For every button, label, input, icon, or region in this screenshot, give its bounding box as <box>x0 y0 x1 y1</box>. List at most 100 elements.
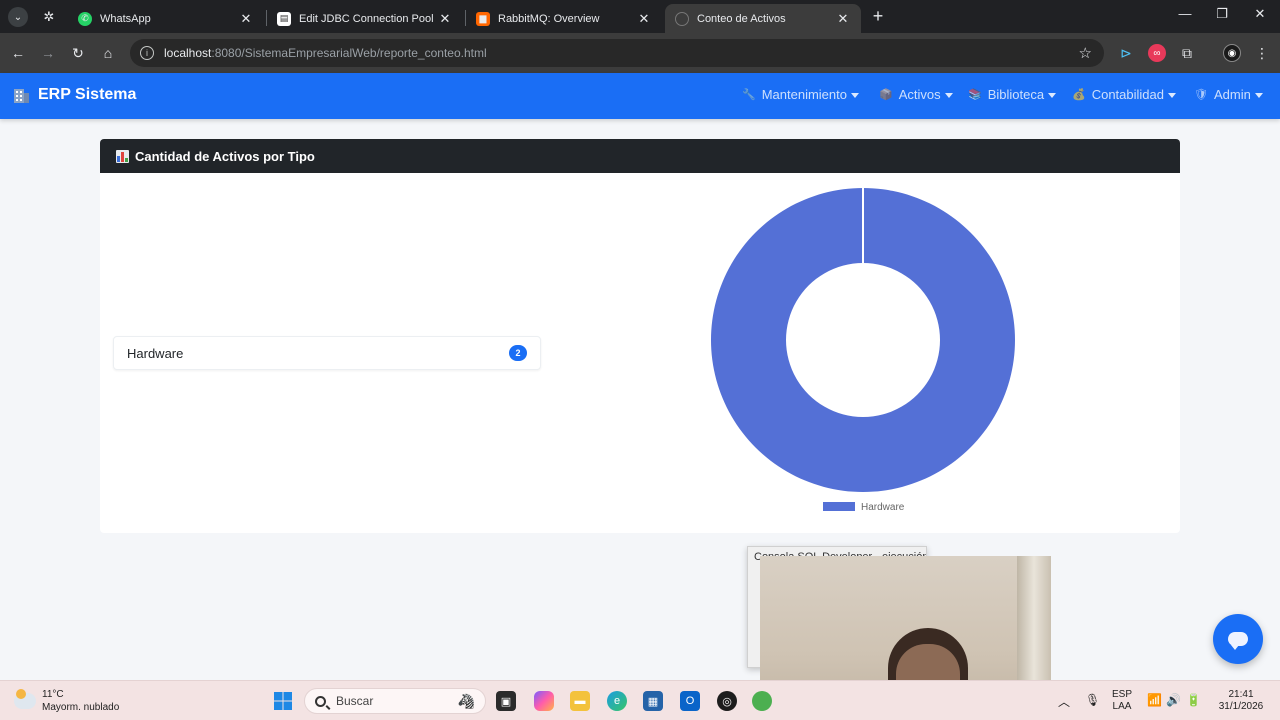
bookmark-star-icon[interactable]: ☆ <box>1079 44 1092 62</box>
list-item: Hardware 2 <box>113 336 541 370</box>
outlook-icon[interactable]: O <box>680 691 700 711</box>
extension-infinity-icon[interactable]: ∞ <box>1148 44 1166 62</box>
rabbitmq-icon: ▆ <box>476 11 490 26</box>
nav-label: Activos <box>898 87 941 102</box>
wrench-icon: 🔧 <box>742 89 756 101</box>
tab-edit-jdbc[interactable]: ▤ Edit JDBC Connection Pool Properties ✕ <box>267 4 463 33</box>
battery-icon[interactable]: 🔋 <box>1186 693 1201 707</box>
close-window-icon[interactable]: ✕ <box>1250 6 1270 22</box>
brand-name: ERP Sistema <box>38 86 137 103</box>
tab-close-icon[interactable]: ✕ <box>238 11 254 27</box>
count-badge: 2 <box>509 345 527 361</box>
search-placeholder: Buscar <box>336 694 374 708</box>
legend-swatch[interactable] <box>823 502 855 511</box>
nav-label: Mantenimiento <box>761 87 847 102</box>
task-view-icon[interactable]: ▣ <box>496 691 516 711</box>
temperature: 11°C <box>42 689 64 700</box>
language-indicator[interactable]: ESP LAA <box>1112 689 1132 713</box>
whatsapp-icon: ✆ <box>78 11 92 26</box>
bar-chart-icon <box>116 149 129 163</box>
shield-icon: 🛡 <box>1194 89 1208 101</box>
windows-start-icon[interactable] <box>273 691 293 711</box>
nav-mantenimiento[interactable]: 🔧 Mantenimiento <box>742 87 859 102</box>
restore-icon[interactable]: ❐ <box>1212 6 1232 22</box>
report-card: Cantidad de Activos por Tipo Hardware 2 … <box>100 139 1180 533</box>
microphone-icon[interactable]: 🎙 <box>1085 693 1100 707</box>
pinned-tab-chatgpt-icon[interactable]: ✲ <box>40 8 58 26</box>
browser-menu-icon[interactable]: ⋮ <box>1253 44 1271 62</box>
copilot-icon[interactable] <box>534 691 554 711</box>
legend-label[interactable]: Hardware <box>861 502 905 513</box>
chrome-icon[interactable] <box>752 691 772 711</box>
tray-overflow-icon[interactable]: ︿ <box>1058 693 1070 710</box>
tab-rabbitmq[interactable]: ▆ RabbitMQ: Overview ✕ <box>466 4 662 33</box>
tab-title: WhatsApp <box>100 12 151 25</box>
lang-layout: LAA <box>1112 701 1132 712</box>
tab-close-icon[interactable]: ✕ <box>835 11 851 27</box>
caret-down-icon <box>1167 93 1176 98</box>
forward-icon[interactable]: → <box>38 43 58 63</box>
brand[interactable]: ERP Sistema <box>13 86 136 104</box>
url-path: :8080/SistemaEmpresarialWeb/reporte_cont… <box>211 46 487 60</box>
taskbar-search[interactable]: Buscar 🦓 <box>304 688 486 714</box>
nav-biblioteca[interactable]: 📚 Biblioteca <box>968 87 1057 102</box>
clock-date: 31/1/2026 <box>1218 701 1264 712</box>
os-taskbar: 11°C Mayorm. nublado Buscar 🦓 ▣ ▬ e ▦ O … <box>0 680 1280 720</box>
tab-title: Conteo de Activos <box>697 12 786 25</box>
volume-icon[interactable]: 🔊 <box>1166 693 1181 707</box>
nav-activos[interactable]: 📦 Activos <box>879 87 953 102</box>
file-explorer-icon[interactable]: ▬ <box>570 691 590 711</box>
tab-search-chevron-icon[interactable]: ⌄ <box>8 7 28 27</box>
weather-widget[interactable]: 11°C Mayorm. nublado <box>14 688 119 714</box>
lang-code: ESP <box>1112 689 1133 700</box>
glassfish-icon: ▤ <box>277 11 291 26</box>
list-item-label: Hardware <box>127 345 184 361</box>
money-bag-icon: 💰 <box>1072 89 1086 101</box>
extension-copilot-icon[interactable]: ⊳ <box>1117 44 1135 62</box>
nav-label: Biblioteca <box>987 87 1045 102</box>
box-icon: 📦 <box>879 89 893 101</box>
building-icon <box>13 87 30 104</box>
caret-down-icon <box>1048 93 1057 98</box>
home-icon[interactable]: ⌂ <box>98 43 118 63</box>
caret-down-icon <box>850 93 859 98</box>
tab-whatsapp[interactable]: ✆ WhatsApp ✕ <box>68 4 264 33</box>
tab-close-icon[interactable]: ✕ <box>437 11 453 27</box>
new-tab-button[interactable]: + <box>869 7 887 25</box>
caret-down-icon <box>1254 93 1263 98</box>
app-navbar: ERP Sistema 🔧 Mantenimiento 📦 Activos 📚 … <box>0 73 1280 119</box>
nav-label: Admin <box>1213 87 1251 102</box>
reload-icon[interactable]: ↻ <box>68 43 88 63</box>
tab-title: Edit JDBC Connection Pool Properties <box>299 12 437 25</box>
nav-admin[interactable]: 🛡 Admin <box>1194 87 1263 102</box>
edge-icon[interactable]: e <box>607 691 627 711</box>
tab-conteo-activos[interactable]: Conteo de Activos ✕ <box>665 4 861 33</box>
wifi-icon[interactable]: 📶 <box>1147 693 1162 707</box>
books-icon: 📚 <box>968 89 982 101</box>
loading-globe-icon <box>675 11 689 26</box>
address-bar[interactable]: i localhost :8080/SistemaEmpresarialWeb/… <box>130 39 1104 67</box>
profile-avatar[interactable]: ◉ <box>1223 44 1241 62</box>
donut-chart: Hardware <box>710 188 1015 513</box>
cloudy-icon <box>14 689 36 709</box>
minimize-icon[interactable]: — <box>1175 6 1195 21</box>
card-header: Cantidad de Activos por Tipo <box>100 139 1180 173</box>
chat-button[interactable] <box>1213 614 1263 664</box>
nav-label: Contabilidad <box>1091 87 1164 102</box>
obs-icon[interactable]: ◎ <box>717 691 737 711</box>
search-icon <box>315 695 326 707</box>
site-info-icon[interactable]: i <box>140 46 154 60</box>
tab-close-icon[interactable]: ✕ <box>636 11 652 27</box>
zebra-icon: 🦓 <box>457 693 475 709</box>
weather-condition: Mayorm. nublado <box>42 702 120 713</box>
back-icon[interactable]: ← <box>8 43 28 63</box>
extensions-puzzle-icon[interactable]: ⧉ <box>1178 44 1196 62</box>
browser-toolbar: ← → ↻ ⌂ i localhost :8080/SistemaEmpresa… <box>0 33 1280 73</box>
url-host: localhost <box>164 46 212 60</box>
nav-contabilidad[interactable]: 💰 Contabilidad <box>1072 87 1176 102</box>
store-icon[interactable]: ▦ <box>643 691 663 711</box>
browser-tabstrip: ⌄ ✲ ✆ WhatsApp ✕ ▤ Edit JDBC Connection … <box>0 0 1280 33</box>
clock-time: 21:41 <box>1228 689 1254 700</box>
clock[interactable]: 21:41 31/1/2026 <box>1216 689 1266 713</box>
chat-bubble-icon <box>1228 632 1248 650</box>
